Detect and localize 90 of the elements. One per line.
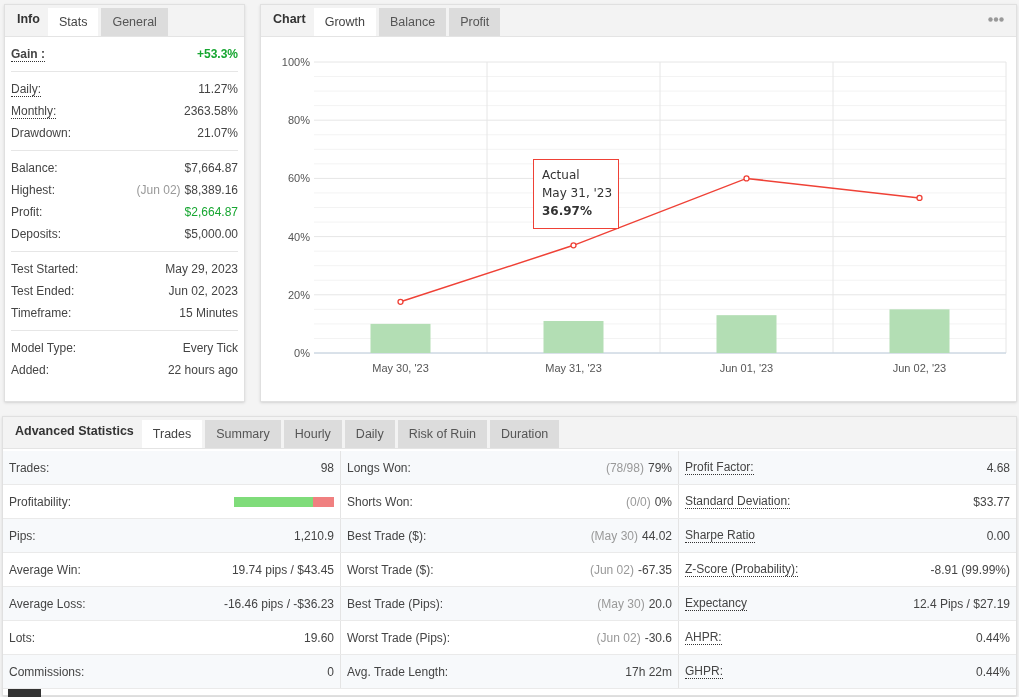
y-axis-label: 40%: [287, 230, 310, 243]
x-axis-label: Jun 02, '23: [892, 362, 947, 374]
stat-value: 0.44%: [975, 629, 1010, 647]
stat-label: Z-Score (Probability):: [685, 562, 799, 577]
stat-note: (Jun 02): [589, 561, 634, 579]
stat-label: Expectancy: [685, 596, 748, 611]
y-axis-label: 80%: [287, 114, 310, 127]
stat-value: 19.74 pips / $43.45: [231, 561, 334, 579]
stat-label: Shorts Won:: [347, 494, 413, 509]
stat-label: Standard Deviation:: [685, 494, 791, 509]
stat-label: Profitability:: [9, 494, 72, 509]
stat-value: 2363.58%: [183, 103, 238, 120]
stat-value: -16.46 pips / -$36.23: [223, 595, 334, 613]
stat-label: Avg. Trade Length:: [347, 664, 449, 679]
stat-label: Trades:: [9, 460, 50, 475]
stat-value: 44.02: [641, 527, 672, 545]
stat-label: Commissions:: [9, 664, 85, 679]
stat-label: Gain :: [11, 46, 45, 62]
stat-label: Drawdown:: [11, 126, 72, 140]
y-axis-label: 60%: [287, 172, 310, 185]
stat-label: Profit:: [11, 205, 43, 219]
panel-title: Info: [16, 11, 41, 29]
stat-label: Pips:: [9, 528, 36, 543]
stat-value: $33.77: [973, 493, 1010, 511]
stat-value: 22 hours ago: [167, 362, 238, 379]
stat-label: Timeframe:: [11, 306, 72, 320]
stat-label: Average Loss:: [9, 596, 86, 611]
stat-value: 11.27%: [198, 81, 238, 98]
stat-value: 21.07%: [197, 125, 238, 142]
x-axis-label: Jun 01, '23: [719, 362, 774, 374]
stat-value: 12.4 Pips / $27.19: [913, 595, 1010, 613]
panel-title: Chart: [272, 11, 307, 29]
stat-label: Longs Won:: [347, 460, 411, 475]
tooltip-series: Actual: [542, 167, 581, 184]
stat-value: -8.91 (99.99%): [930, 561, 1010, 579]
stat-value: 98: [320, 459, 334, 477]
stat-value: 4.68: [986, 459, 1010, 477]
stat-label: Deposits:: [11, 227, 62, 241]
stat-label: Test Started:: [11, 262, 79, 276]
stat-label: Average Win:: [9, 562, 81, 577]
tooltip-value: 36.97%: [542, 203, 593, 220]
stat-value: 79%: [647, 459, 672, 477]
stat-label: Highest:: [11, 183, 56, 197]
stat-value: $5,000.00: [184, 226, 238, 243]
stat-value: -30.6: [644, 629, 672, 647]
stat-label: Added:: [11, 363, 50, 377]
stat-label: Worst Trade ($):: [347, 562, 434, 577]
stat-value: Jun 02, 2023: [168, 283, 238, 300]
x-axis-label: May 31, '23: [545, 362, 602, 374]
stat-label: Profit Factor:: [685, 460, 754, 475]
stat-note: (Jun 02): [136, 182, 181, 199]
y-axis-label: 20%: [287, 288, 310, 301]
stat-value: 1,210.9: [293, 527, 334, 545]
stat-value: 19.60: [303, 629, 334, 647]
stat-value: 15 Minutes: [179, 305, 238, 322]
stat-label: Daily:: [11, 81, 41, 97]
stat-value: 17h 22m: [625, 663, 672, 681]
stat-value: 0.44%: [975, 663, 1010, 681]
stat-note: (Jun 02): [596, 629, 641, 647]
stat-note: (0/0): [625, 493, 651, 511]
stat-value: 20.0: [648, 595, 672, 613]
stat-label: Sharpe Ratio: [685, 528, 756, 543]
stat-label: Worst Trade (Pips):: [347, 630, 451, 645]
stat-label: Test Ended:: [11, 284, 75, 298]
y-axis-label: 0%: [294, 347, 310, 359]
stat-label: Lots:: [9, 630, 35, 645]
tooltip-date: May 31, '23: [542, 185, 610, 202]
stat-label: Monthly:: [11, 103, 57, 119]
stat-label: Balance:: [11, 161, 58, 175]
stat-value: $2,664.87: [184, 204, 238, 221]
stat-value: -67.35: [637, 561, 672, 579]
stat-label: AHPR:: [685, 630, 722, 645]
stat-label: GHPR:: [685, 664, 723, 679]
panel-title: Advanced Statistics: [14, 423, 135, 441]
stat-label: Model Type:: [11, 341, 77, 355]
stat-value: 0: [327, 663, 334, 681]
stat-value: Every Tick: [182, 340, 238, 357]
stat-value: +53.3%: [196, 46, 238, 63]
y-axis-label: 100%: [281, 56, 310, 68]
stat-note: (78/98): [605, 459, 644, 477]
stat-label: Best Trade (Pips):: [347, 596, 444, 611]
stat-value: $7,664.87: [184, 160, 238, 177]
stat-value: 0%: [654, 493, 672, 511]
stat-label: Best Trade ($):: [347, 528, 427, 543]
stat-value: 0.00: [986, 527, 1010, 545]
stat-value: May 29, 2023: [165, 261, 238, 278]
stat-note: (May 30): [590, 527, 638, 545]
stat-note: (May 30): [597, 595, 645, 613]
x-axis-label: May 30, '23: [372, 362, 429, 374]
stat-value: $8,389.16: [184, 182, 238, 199]
